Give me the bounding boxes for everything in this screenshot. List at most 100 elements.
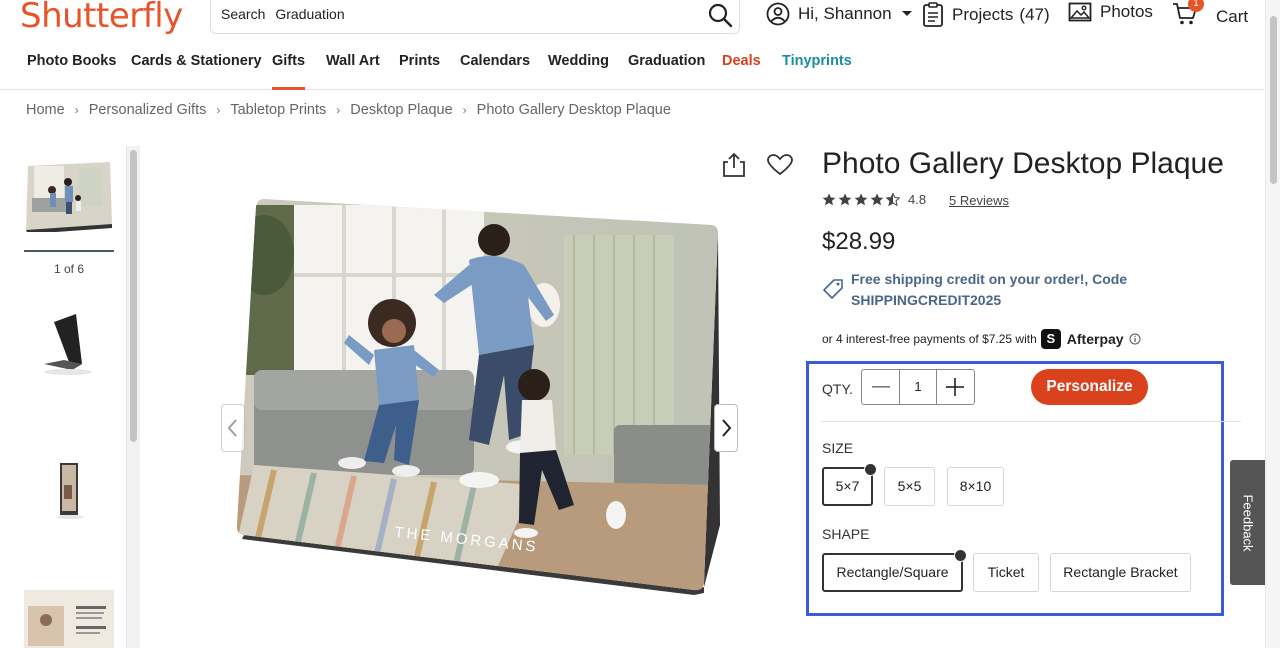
photos-label: Photos <box>1100 2 1153 21</box>
thumbnail-4[interactable] <box>24 590 114 648</box>
info-icon[interactable] <box>1129 333 1141 345</box>
check-icon <box>864 463 877 476</box>
heart-icon[interactable] <box>767 154 793 176</box>
page-scrollbar-thumb[interactable] <box>1270 16 1277 184</box>
page-scrollbar[interactable] <box>1265 0 1280 648</box>
product-title: Photo Gallery Desktop Plaque <box>822 147 1224 180</box>
nav-tinyprints[interactable]: Tinyprints <box>782 53 852 69</box>
photos-link[interactable]: Photos <box>1068 2 1153 22</box>
product-main-image[interactable]: THE MORGANS <box>234 195 724 595</box>
cart-label: Cart <box>1216 6 1249 26</box>
chevron-right-icon <box>722 419 732 437</box>
breadcrumb-tabletop-prints[interactable]: Tabletop Prints <box>230 102 326 118</box>
qty-input[interactable]: 1 <box>899 370 937 404</box>
projects-link[interactable]: Projects (47) <box>922 2 1050 28</box>
size-option-label: 5×5 <box>897 478 922 494</box>
breadcrumb: Home › Personalized Gifts › Tabletop Pri… <box>26 102 671 118</box>
increase-qty-button[interactable] <box>937 370 974 404</box>
shape-option-rectangle-square[interactable]: Rectangle/Square <box>822 549 967 592</box>
star-icon <box>854 193 868 206</box>
promo-code: SHIPPINGCREDIT2025 <box>851 292 1002 308</box>
afterpay-logo-icon: S <box>1040 329 1061 349</box>
quantity-stepper: 1 <box>861 369 975 405</box>
size-label: SIZE <box>822 440 854 456</box>
shutterfly-logo[interactable]: Shutterfly <box>20 0 183 36</box>
clipboard-icon <box>923 2 943 27</box>
image-counter: 1 of 6 <box>53 262 85 276</box>
thumbnail-1[interactable] <box>24 160 114 232</box>
projects-label: Projects <box>952 5 1014 24</box>
nav-graduation[interactable]: Graduation <box>628 53 705 69</box>
afterpay-text: or 4 interest-free payments of $7.25 wit… <box>822 332 1037 346</box>
shape-option-label: Rectangle/Square <box>836 564 949 580</box>
star-icon <box>838 193 852 206</box>
feedback-label: Feedback <box>1240 493 1255 552</box>
tag-icon <box>823 279 843 299</box>
shape-option-label: Rectangle Bracket <box>1063 564 1178 580</box>
star-rating: 4.8 <box>822 192 926 207</box>
shape-option-label: Ticket <box>987 564 1025 580</box>
breadcrumb-desktop-plaque[interactable]: Desktop Plaque <box>350 102 452 118</box>
qty-label: QTY. <box>822 381 853 397</box>
chevron-right-icon: › <box>216 103 221 117</box>
size-option-5x5[interactable]: 5×5 <box>884 467 935 506</box>
nav-wall-art[interactable]: Wall Art <box>326 53 380 69</box>
thumbnail-active-indicator <box>24 250 114 252</box>
divider <box>821 421 1241 422</box>
breadcrumb-current: Photo Gallery Desktop Plaque <box>476 102 671 118</box>
nav-gifts[interactable]: Gifts <box>272 53 306 90</box>
half-star-icon <box>886 193 900 206</box>
decrease-qty-button[interactable] <box>862 370 899 404</box>
next-image-button[interactable] <box>714 404 738 452</box>
feedback-tab[interactable]: Feedback <box>1230 460 1265 585</box>
shape-label: SHAPE <box>822 526 870 542</box>
user-greeting: Hi, Shannon <box>798 4 892 23</box>
nav-calendars[interactable]: Calendars <box>460 53 530 69</box>
rating-value: 4.8 <box>908 192 927 207</box>
nav-deals[interactable]: Deals <box>722 53 761 69</box>
size-option-5x7[interactable]: 5×7 <box>822 463 877 506</box>
nav-wedding[interactable]: Wedding <box>548 53 609 69</box>
size-option-8x10[interactable]: 8×10 <box>947 467 1004 506</box>
search-label: Search <box>221 6 266 22</box>
product-price: $28.99 <box>822 228 896 255</box>
search-input[interactable]: Graduation <box>275 6 344 22</box>
cart-count-badge: 1 <box>1188 0 1204 12</box>
promo-line-1: Free shipping credit on your order!, Cod… <box>851 271 1128 287</box>
star-icon <box>870 193 884 206</box>
shape-option-rectangle-bracket[interactable]: Rectangle Bracket <box>1050 553 1191 592</box>
chevron-right-icon: › <box>462 103 467 117</box>
search-icon[interactable] <box>707 2 733 28</box>
afterpay-brand: Afterpay <box>1066 331 1124 347</box>
breadcrumb-personalized-gifts[interactable]: Personalized Gifts <box>89 102 207 118</box>
previous-image-button[interactable] <box>221 404 245 452</box>
share-icon[interactable] <box>722 152 746 178</box>
check-icon <box>954 549 967 562</box>
star-icon <box>822 193 836 206</box>
nav-cards-stationery[interactable]: Cards & Stationery <box>131 53 262 69</box>
nav-prints[interactable]: Prints <box>399 53 440 69</box>
main-nav: Photo Books Cards & Stationery Gifts Wal… <box>0 48 1264 90</box>
size-option-label: 8×10 <box>959 478 992 494</box>
chevron-right-icon: › <box>74 103 79 117</box>
logo-text: Shutterfly <box>20 0 183 36</box>
projects-count: (47) <box>1019 5 1050 24</box>
chevron-left-icon <box>227 419 237 437</box>
shape-option-ticket[interactable]: Ticket <box>973 553 1039 592</box>
image-icon <box>1068 2 1092 22</box>
chevron-right-icon: › <box>336 103 341 117</box>
site-header: Shutterfly Search Graduation Hi, Shannon… <box>0 0 1264 36</box>
reviews-link[interactable]: 5 Reviews <box>949 193 1009 208</box>
nav-photo-books[interactable]: Photo Books <box>27 53 116 69</box>
thumbnail-2[interactable] <box>24 310 114 380</box>
promo-message[interactable]: Free shipping credit on your order!, Cod… <box>851 269 1141 311</box>
thumbnail-3[interactable] <box>24 455 114 525</box>
search-bar[interactable]: Search Graduation <box>210 0 740 34</box>
personalize-button[interactable]: Personalize <box>1031 369 1148 405</box>
account-menu[interactable]: Hi, Shannon <box>766 2 924 26</box>
cart-link[interactable]: 1 Cart <box>1172 0 1249 31</box>
breadcrumb-home[interactable]: Home <box>26 102 65 118</box>
plus-icon <box>946 378 965 396</box>
thumbnail-scrollbar-thumb[interactable] <box>130 150 137 442</box>
thumbnail-scrollbar[interactable] <box>126 146 140 648</box>
